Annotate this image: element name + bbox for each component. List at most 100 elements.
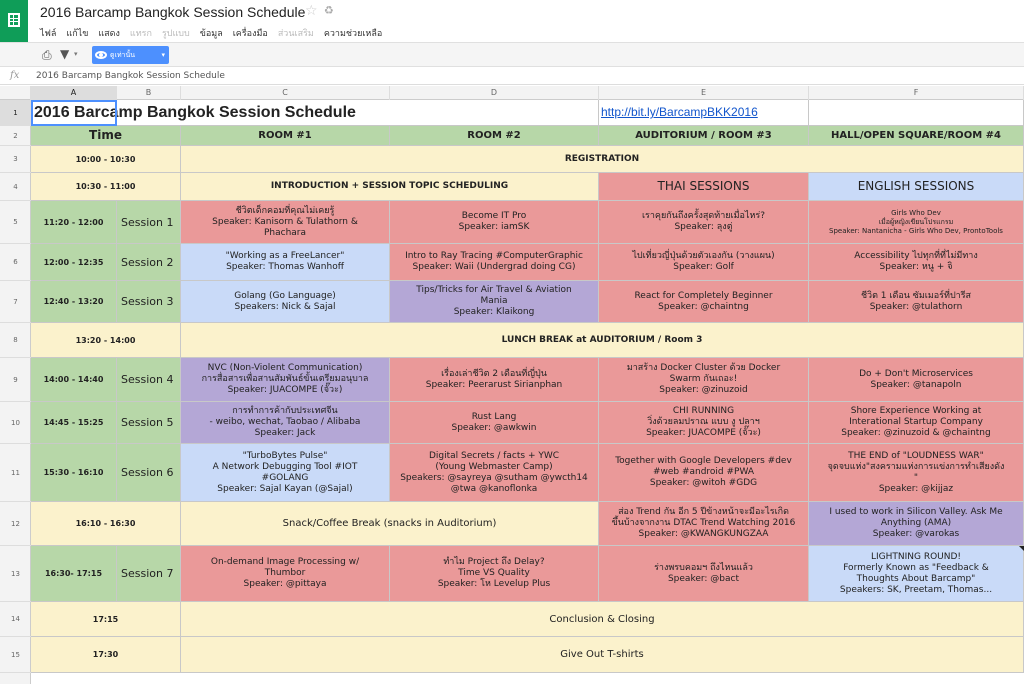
menu-data[interactable]: ข้อมูล [200, 26, 223, 40]
row-header[interactable]: 3 [0, 146, 31, 173]
session-cell[interactable]: React for Completely Beginner Speaker: @… [599, 281, 809, 323]
session-cell[interactable]: ชีวิต 1 เดือน ซัมเมอร์ที่ปารีส Speaker: … [809, 281, 1024, 323]
time-cell[interactable]: 13:20 - 14:00 [31, 323, 181, 358]
chevron-down-icon[interactable]: ▾ [74, 50, 78, 58]
drive-icon[interactable]: ♻ [324, 4, 334, 17]
corner-select-all[interactable] [0, 86, 31, 100]
row-header[interactable]: 11 [0, 444, 31, 502]
column-header-f[interactable]: F [809, 86, 1024, 100]
session-cell[interactable]: Accessibility ไปทุกที่ที่ไม่มีทาง Speake… [809, 244, 1024, 281]
session-cell[interactable]: Digital Secrets / facts + YWC (Young Web… [390, 444, 599, 502]
time-cell[interactable]: 12:40 - 13:20 [31, 281, 117, 323]
time-cell[interactable]: 16:30- 17:15 [31, 546, 117, 602]
session-cell[interactable]: THE END of "LOUDNESS WAR" จุดจบแห่ง"สงคร… [809, 444, 1024, 502]
session-cell[interactable]: LIGHTNING ROUND! Formerly Known as "Feed… [809, 546, 1024, 602]
row-header[interactable]: 13 [0, 546, 31, 602]
session-label[interactable]: Session 4 [117, 358, 181, 402]
column-header-e[interactable]: E [599, 86, 809, 100]
session-cell[interactable]: "TurboBytes Pulse" A Network Debugging T… [181, 444, 390, 502]
filter-icon[interactable]: ▼ [60, 47, 69, 61]
session-cell[interactable]: I used to work in Silicon Valley. Ask Me… [809, 502, 1024, 546]
menu-view[interactable]: แสดง [98, 26, 120, 40]
time-cell[interactable]: 15:30 - 16:10 [31, 444, 117, 502]
closing-cell[interactable]: Conclusion & Closing [181, 602, 1024, 637]
session-cell[interactable]: Girls Who Dev เมื่อผู้หญิงเขียนโปรแกรม S… [809, 201, 1024, 244]
session-label[interactable]: Session 3 [117, 281, 181, 323]
time-cell[interactable]: 10:00 - 10:30 [31, 146, 181, 173]
row-header[interactable]: 6 [0, 244, 31, 281]
document-title[interactable]: 2016 Barcamp Bangkok Session Schedule [40, 4, 305, 20]
time-cell[interactable]: 14:00 - 14:40 [31, 358, 117, 402]
session-cell[interactable]: การทำการค้ากับประเทศจีน - weibo, wechat,… [181, 402, 390, 444]
registration-cell[interactable]: REGISTRATION [181, 146, 1024, 173]
row-header[interactable]: 4 [0, 173, 31, 201]
session-cell[interactable]: Shore Experience Working at Interational… [809, 402, 1024, 444]
menu-help[interactable]: ความช่วยเหลือ [324, 26, 382, 40]
row-header[interactable]: 1 [0, 100, 31, 126]
row-header[interactable]: 5 [0, 201, 31, 244]
session-label[interactable]: Session 2 [117, 244, 181, 281]
menu-tools[interactable]: เครื่องมือ [233, 26, 268, 40]
header-room1[interactable]: ROOM #1 [181, 126, 390, 146]
print-icon[interactable]: ⎙ [42, 48, 52, 63]
session-cell[interactable]: เรื่องเล่าชีวิต 2 เดือนที่ญี่ปุ่น Speake… [390, 358, 599, 402]
snack-break-cell[interactable]: Snack/Coffee Break (snacks in Auditorium… [181, 502, 599, 546]
session-cell[interactable]: ทำไม Project ถึง Delay? Time VS Quality … [390, 546, 599, 602]
intro-cell[interactable]: INTRODUCTION + SESSION TOPIC SCHEDULING [181, 173, 599, 201]
row-header[interactable]: 12 [0, 502, 31, 546]
row-header[interactable]: 2 [0, 126, 31, 146]
session-cell[interactable]: ส่อง Trend กัน อีก 5 ปีข้างหน้าจะมีอะไรเ… [599, 502, 809, 546]
session-cell[interactable]: Do + Don't Microservices Speaker: @tanap… [809, 358, 1024, 402]
row-header[interactable]: 10 [0, 402, 31, 444]
time-cell[interactable]: 16:10 - 16:30 [31, 502, 181, 546]
session-cell[interactable]: Become IT Pro Speaker: iamSK [390, 201, 599, 244]
row-header[interactable]: 14 [0, 602, 31, 637]
header-room2[interactable]: ROOM #2 [390, 126, 599, 146]
time-cell[interactable]: 12:00 - 12:35 [31, 244, 117, 281]
formula-input[interactable]: 2016 Barcamp Bangkok Session Schedule [36, 71, 225, 81]
time-cell[interactable]: 11:20 - 12:00 [31, 201, 117, 244]
column-header-b[interactable]: B [117, 86, 181, 100]
view-only-button[interactable]: ดูเท่านั้น ▾ [92, 46, 169, 64]
row-header[interactable]: 8 [0, 323, 31, 358]
time-cell[interactable]: 17:15 [31, 602, 181, 637]
column-header-c[interactable]: C [181, 86, 390, 100]
session-cell[interactable]: Tips/Tricks for Air Travel & Aviation Ma… [390, 281, 599, 323]
session-cell[interactable]: "Working as a FreeLancer" Speaker: Thoma… [181, 244, 390, 281]
session-cell[interactable]: ไปเที่ยวญี่ปุ่นด้วยตัวเองกัน (วางแผน) Sp… [599, 244, 809, 281]
session-cell[interactable]: ร่างพรบคอมฯ ถึงไหนแล้ว Speaker: @bact [599, 546, 809, 602]
session-cell[interactable]: Together with Google Developers #dev #we… [599, 444, 809, 502]
lunch-cell[interactable]: LUNCH BREAK at AUDITORIUM / Room 3 [181, 323, 1024, 358]
english-sessions-cell[interactable]: ENGLISH SESSIONS [809, 173, 1024, 201]
row-header[interactable]: 7 [0, 281, 31, 323]
session-label[interactable]: Session 7 [117, 546, 181, 602]
session-cell[interactable]: มาสร้าง Docker Cluster ด้วย Docker Swarm… [599, 358, 809, 402]
session-label[interactable]: Session 5 [117, 402, 181, 444]
session-cell[interactable]: CHI RUNNING วิ่งด้วยลมปราณ แบบ งู ปลาฯ S… [599, 402, 809, 444]
session-cell[interactable]: Rust Lang Speaker: @awkwin [390, 402, 599, 444]
time-cell[interactable]: 14:45 - 15:25 [31, 402, 117, 444]
session-cell[interactable]: Intro to Ray Tracing #ComputerGraphic Sp… [390, 244, 599, 281]
session-cell[interactable]: ชีวิตเด็กคอมที่คุณไม่เคยรู้ Speaker: Kan… [181, 201, 390, 244]
session-label[interactable]: Session 6 [117, 444, 181, 502]
session-cell[interactable]: On-demand Image Processing w/ Thumbor Sp… [181, 546, 390, 602]
session-label[interactable]: Session 1 [117, 201, 181, 244]
row-header[interactable]: 15 [0, 637, 31, 673]
session-cell[interactable]: Golang (Go Language) Speakers: Nick & Sa… [181, 281, 390, 323]
tshirts-cell[interactable]: Give Out T-shirts [181, 637, 1024, 673]
header-room4[interactable]: HALL/OPEN SQUARE/ROOM #4 [809, 126, 1024, 146]
empty-cell[interactable] [809, 100, 1024, 126]
star-icon[interactable]: ☆ [305, 3, 318, 19]
sheet-title[interactable]: 2016 Barcamp Bangkok Session Schedule [31, 100, 599, 126]
column-header-a[interactable]: A [31, 86, 117, 100]
time-cell[interactable]: 10:30 - 11:00 [31, 173, 181, 201]
time-cell[interactable]: 17:30 [31, 637, 181, 673]
menu-edit[interactable]: แก้ไข [66, 26, 88, 40]
session-cell[interactable]: เราคุยกันถึงครั้งสุดท้ายเมื่อไหร่? Speak… [599, 201, 809, 244]
schedule-link[interactable]: http://bit.ly/BarcampBKK2016 [599, 100, 809, 126]
session-cell[interactable]: NVC (Non-Violent Communication) การสื่อส… [181, 358, 390, 402]
header-time[interactable]: Time [31, 126, 181, 146]
thai-sessions-cell[interactable]: THAI SESSIONS [599, 173, 809, 201]
sheets-logo[interactable] [0, 0, 28, 42]
menu-file[interactable]: ไฟล์ [40, 26, 56, 40]
